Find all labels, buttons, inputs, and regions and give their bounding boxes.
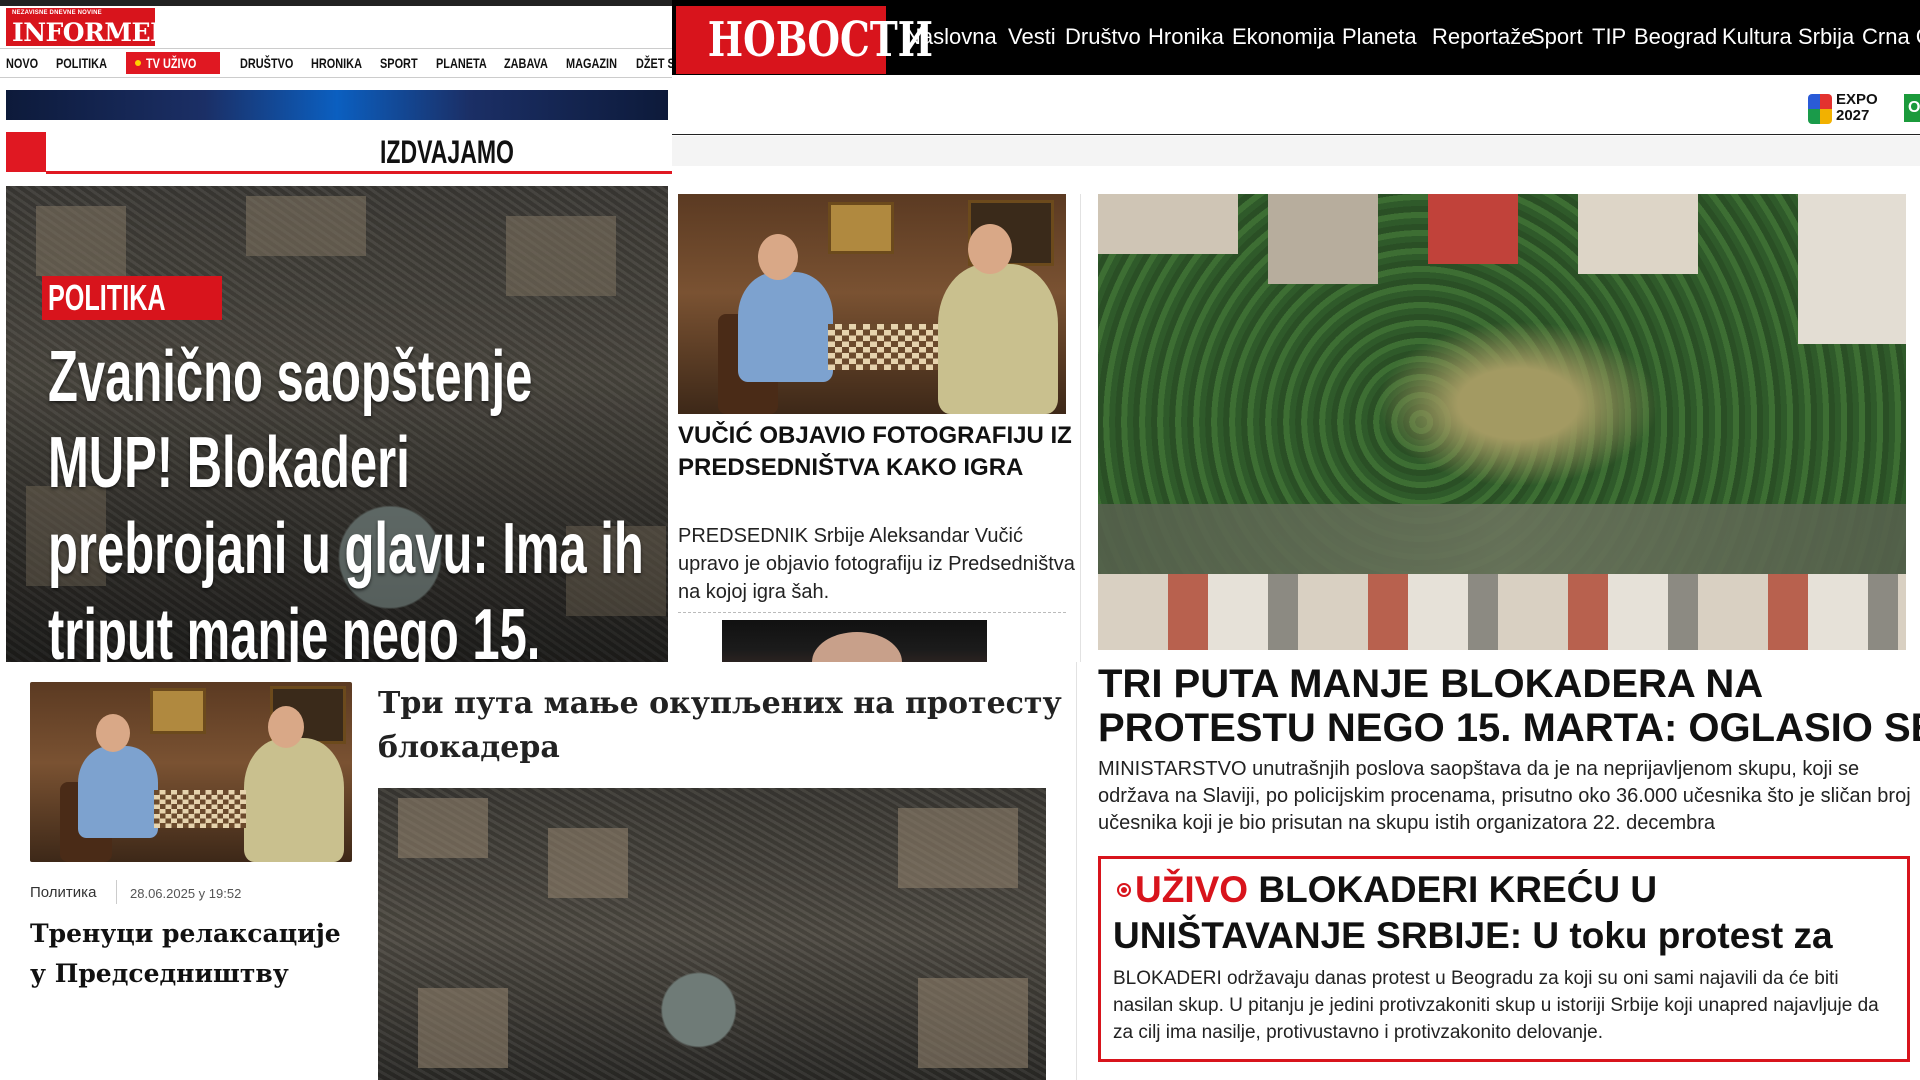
nav-item-hronika[interactable]: Hronika: [1148, 24, 1224, 50]
nav-item-srbija[interactable]: Srbija: [1798, 24, 1854, 50]
nav-item-ekonomija[interactable]: Ekonomija: [1232, 24, 1335, 50]
tv-live-label: TV UŽIVO: [146, 55, 197, 71]
nav-item-beograd[interactable]: Beograd: [1634, 24, 1717, 50]
nav-item-sport[interactable]: Sport: [1530, 24, 1583, 50]
grey-band: [672, 136, 1920, 166]
nav-item-tip[interactable]: TIP: [1592, 24, 1626, 50]
novosti-logo[interactable]: НОВОСТИ: [676, 6, 933, 74]
nav-item-naslovna[interactable]: Naslovna: [905, 24, 997, 50]
nav-item-crna-gora[interactable]: Crna G: [1862, 24, 1920, 50]
column-divider: [1076, 662, 1077, 1080]
tv-live-button[interactable]: TV UŽIVO: [126, 52, 220, 74]
nav-item-vesti[interactable]: Vesti: [1008, 24, 1056, 50]
next-article-thumbnail[interactable]: [722, 620, 987, 662]
main-article-text: MINISTARSTVO unutrašnjih poslova saopšta…: [1098, 758, 1911, 834]
live-label: UŽIVO: [1135, 869, 1249, 910]
hero-headline[interactable]: Zvanično saopštenje MUP! Blokaderi prebr…: [48, 334, 646, 662]
rts-big-article-title[interactable]: Три пута мање окупљених на протесту блок…: [378, 682, 1068, 770]
nav-item-planeta[interactable]: Planeta: [1342, 24, 1417, 50]
live-article-text: BLOKADERI održavaju danas protest u Beog…: [1113, 968, 1879, 1043]
section-title: IZDVAJAMO: [380, 134, 514, 170]
informer-logo[interactable]: NEZAVISNE DNEVNE NOVINE INFORMER: [6, 8, 171, 47]
mid-article-title[interactable]: VUČIĆ OBJAVIO FOTOGRAFIJU IZ PREDSEDNIŠT…: [678, 420, 1078, 484]
rts-chess-photo[interactable]: [30, 682, 352, 862]
nav-item-reportaze[interactable]: Reportaže: [1432, 24, 1534, 50]
novosti-lower-panel: TRI PUTA MANJE BLOKADERA NA PROTESTU NEG…: [1076, 662, 1920, 1080]
expo-mark-icon: [1808, 94, 1832, 124]
novosti-panel: НОВОСТИ Naslovna Vesti Društvo Hronika E…: [672, 0, 1920, 662]
nav-item-hronika[interactable]: HRONIKA: [311, 49, 362, 77]
informer-nav: NOVO POLITIKA DRUŠTVO HRONIKA SPORT PLAN…: [0, 48, 672, 78]
nav-item-kultura[interactable]: Kultura: [1722, 24, 1792, 50]
chess-photo[interactable]: [678, 194, 1066, 414]
header-rule: [672, 134, 1920, 135]
hero-category-label: POLITIKA: [48, 277, 166, 318]
protest-aerial-photo[interactable]: [1098, 194, 1906, 650]
rts-aerial-photo[interactable]: [378, 788, 1046, 1080]
nav-item-politika[interactable]: POLITIKA: [56, 49, 107, 77]
ad-banner[interactable]: [6, 90, 668, 120]
mid-article-text: PREDSEDNIK Srbije Aleksandar Vučić uprav…: [678, 525, 1075, 603]
logo-tagline: NEZAVISNE DNEVNE NOVINE: [12, 10, 102, 16]
column-divider: [1080, 194, 1081, 662]
nav-item-sport[interactable]: SPORT: [380, 49, 418, 77]
rts-article-date: 28.06.2025 у 19:52: [130, 886, 242, 901]
hero-category-badge[interactable]: POLITIKA: [42, 276, 222, 320]
rts-panel: Политика 28.06.2025 у 19:52 Тренуци рела…: [0, 662, 1076, 1080]
nav-item-novo[interactable]: NOVO: [6, 49, 38, 77]
main-article-title[interactable]: TRI PUTA MANJE BLOKADERA NA PROTESTU NEG…: [1098, 662, 1920, 750]
nav-item-magazin[interactable]: MAGAZIN: [566, 49, 617, 77]
expo-2027-logo[interactable]: EXPO 2027: [1808, 92, 1892, 126]
live-dot-icon: [135, 60, 141, 66]
nav-item-planeta[interactable]: PLANETA: [436, 49, 487, 77]
article-separator: [678, 612, 1066, 613]
top-strip: [0, 0, 672, 6]
rts-small-article-title[interactable]: Тренуци релаксације у Председништву: [30, 914, 360, 994]
novosti-logo-text: НОВОСТИ: [707, 12, 934, 68]
live-article-title[interactable]: UŽIVO BLOKADERI KREĆU U UNIŠTAVANJE SRBI…: [1113, 867, 1903, 959]
live-article-box[interactable]: UŽIVO BLOKADERI KREĆU U UNIŠTAVANJE SRBI…: [1098, 856, 1910, 1062]
rts-category-link[interactable]: Политика: [30, 884, 96, 901]
section-underline: [46, 171, 672, 174]
informer-panel: NEZAVISNE DNEVNE NOVINE INFORMER NOVO PO…: [0, 0, 672, 662]
nav-item-drustvo[interactable]: DRUŠTVO: [240, 49, 293, 77]
meta-separator: [116, 880, 117, 904]
section-marker: [6, 132, 46, 172]
green-tab[interactable]: O: [1904, 94, 1920, 122]
nav-item-zabava[interactable]: ZABAVA: [504, 49, 548, 77]
nav-item-drustvo[interactable]: Društvo: [1065, 24, 1141, 50]
expo-text: EXPO 2027: [1836, 91, 1878, 124]
nav-item-dzet-set[interactable]: DŽET S: [636, 49, 672, 77]
logo-name: INFORMER: [12, 18, 171, 47]
